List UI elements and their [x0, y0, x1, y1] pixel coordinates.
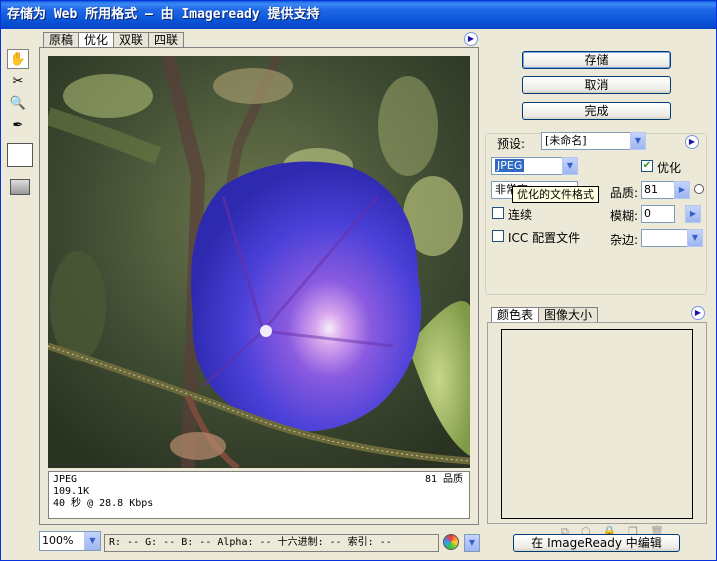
cancel-button[interactable]: 取消: [522, 76, 671, 94]
progressive-label: 连续: [508, 208, 533, 222]
browser-menu-chevron-icon[interactable]: ▼: [464, 534, 480, 552]
eyedropper-icon[interactable]: ✒: [7, 115, 29, 135]
info-download-time: 40 秒 @ 28.8 Kbps: [53, 498, 154, 509]
preset-select[interactable]: [未命名] ▼: [541, 132, 646, 150]
eyedropper-color-swatch[interactable]: [7, 143, 33, 167]
preview-image[interactable]: [48, 56, 470, 468]
preset-value: [未命名]: [545, 134, 587, 147]
color-table-panel: [487, 322, 707, 524]
info-format: JPEG: [53, 474, 78, 485]
tab-image-size[interactable]: 图像大小: [538, 307, 599, 323]
toolbar: ✋ ✂ 🔍 ✒: [7, 49, 35, 195]
zoom-level-select[interactable]: 100% ▼: [39, 531, 101, 551]
icc-profile-label: ICC 配置文件: [508, 231, 581, 245]
optimized-checkbox[interactable]: ✔: [641, 160, 653, 172]
file-format-value: JPEG: [495, 159, 525, 172]
color-table-menu-arrow-icon[interactable]: ▶: [691, 306, 705, 320]
blur-input[interactable]: 0: [641, 205, 675, 223]
matte-select[interactable]: ▼: [641, 229, 703, 247]
quality-slider-arrow-icon[interactable]: ▶: [674, 181, 690, 199]
tab-color-table[interactable]: 颜色表: [491, 307, 540, 323]
icc-profile-checkbox[interactable]: [492, 230, 504, 242]
view-menu-arrow-icon[interactable]: ▶: [464, 32, 478, 46]
preset-label: 预设:: [497, 137, 526, 151]
color-readout: R: -- G: -- B: -- Alpha: -- 十六进制: -- 索引:…: [104, 534, 439, 552]
chevron-down-icon[interactable]: ▼: [630, 132, 646, 150]
preview-in-browser-icon[interactable]: [443, 534, 459, 550]
info-size: 109.1K: [53, 486, 90, 497]
settings-menu-arrow-icon[interactable]: ▶: [685, 135, 699, 149]
info-quality: 81 品质: [424, 474, 463, 485]
quality-label: 品质:: [610, 186, 639, 200]
chevron-down-icon[interactable]: ▼: [562, 157, 578, 175]
blur-label: 模糊:: [610, 209, 639, 223]
toggle-slices-visibility-icon[interactable]: [10, 179, 30, 195]
tab-original[interactable]: 原稿: [43, 32, 80, 48]
tooltip: 优化的文件格式: [512, 186, 599, 203]
progressive-checkbox[interactable]: [492, 207, 504, 219]
image-panel: JPEG 109.1K 40 秒 @ 28.8 Kbps 81 品质: [39, 47, 479, 525]
color-table[interactable]: [501, 329, 693, 519]
color-panel-tabs: 颜色表 图像大小: [491, 307, 599, 323]
edit-in-imageready-button[interactable]: 在 ImageReady 中编辑: [513, 534, 680, 552]
tab-optimized[interactable]: 优化: [78, 32, 115, 48]
blur-slider-arrow-icon[interactable]: ▶: [685, 205, 701, 223]
quality-mask-icon[interactable]: [694, 184, 704, 194]
zoom-icon[interactable]: 🔍: [7, 93, 29, 113]
hand-icon[interactable]: ✋: [7, 49, 29, 69]
done-button[interactable]: 完成: [522, 102, 671, 120]
tab-2up[interactable]: 双联: [113, 32, 150, 48]
file-format-select[interactable]: JPEG ▼: [491, 157, 578, 175]
tab-4up[interactable]: 四联: [148, 32, 185, 48]
slice-select-icon[interactable]: ✂: [7, 71, 29, 91]
optimized-label: 优化: [657, 161, 682, 175]
matte-label: 杂边:: [610, 233, 639, 247]
morning-glory-photo: [48, 56, 470, 468]
image-info: JPEG 109.1K 40 秒 @ 28.8 Kbps 81 品质: [48, 471, 470, 519]
chevron-down-icon[interactable]: ▼: [687, 229, 703, 247]
chevron-down-icon[interactable]: ▼: [84, 532, 100, 550]
quality-input[interactable]: 81: [641, 181, 675, 199]
view-tabs: 原稿 优化 双联 四联: [43, 32, 185, 48]
save-for-web-window: 存储为 Web 所用格式 — 由 Imageready 提供支持 ✋ ✂ 🔍 ✒…: [0, 0, 717, 561]
window-title: 存储为 Web 所用格式 — 由 Imageready 提供支持: [1, 1, 716, 29]
save-button[interactable]: 存储: [522, 51, 671, 69]
zoom-value: 100%: [42, 534, 74, 547]
